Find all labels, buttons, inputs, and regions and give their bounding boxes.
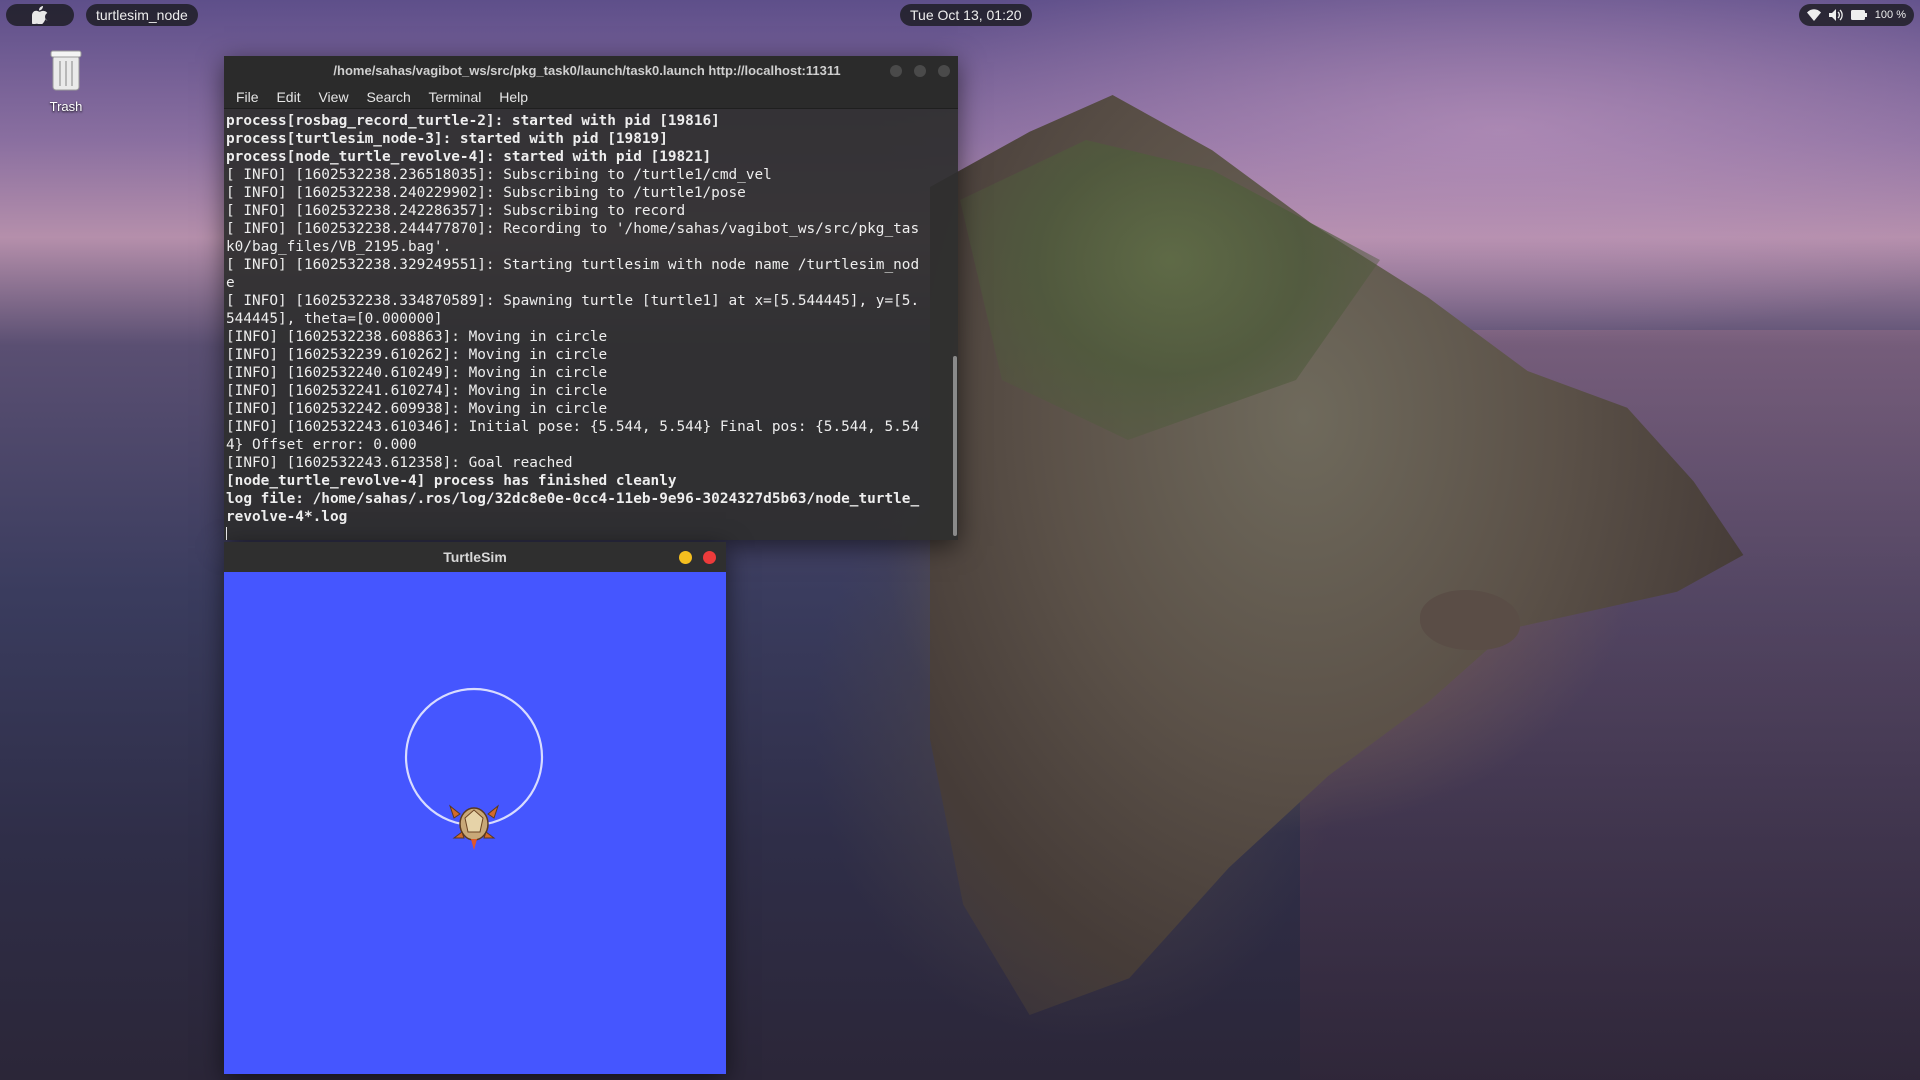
menu-terminal[interactable]: Terminal [428,89,481,105]
terminal-line: k0/bag_files/VB_2195.bag'. [226,239,452,255]
menu-help[interactable]: Help [499,89,528,105]
turtlesim-title: TurtleSim [443,549,507,565]
apple-icon [31,6,48,25]
battery-icon [1850,10,1867,20]
terminal-line: [INFO] [1602532239.610262]: Moving in ci… [226,347,608,363]
terminal-line: [INFO] [1602532242.609938]: Moving in ci… [226,401,608,417]
clock[interactable]: Tue Oct 13, 01:20 [900,4,1032,26]
turtlesim-canvas [224,572,726,1074]
terminal-line: [ INFO] [1602532238.242286357]: Subscrib… [226,203,686,219]
terminal-line: log file: /home/sahas/.ros/log/32dc8e0e-… [226,491,920,507]
terminal-line: e [226,275,235,291]
minimize-button[interactable] [679,551,692,564]
trash-icon [50,50,82,91]
terminal-cursor [226,526,948,540]
terminal-title: /home/sahas/vagibot_ws/src/pkg_task0/lau… [333,63,841,78]
terminal-line: [ INFO] [1602532238.244477870]: Recordin… [226,221,920,237]
maximize-button[interactable] [914,65,926,77]
terminal-line: [INFO] [1602532240.610249]: Moving in ci… [226,365,608,381]
active-app-menu[interactable]: turtlesim_node [86,4,198,26]
turtlesim-titlebar[interactable]: TurtleSim [224,542,726,572]
menu-edit[interactable]: Edit [276,89,300,105]
menu-view[interactable]: View [318,89,348,105]
turtlesim-window[interactable]: TurtleSim [224,542,726,1074]
terminal-line: [ INFO] [1602532238.240229902]: Subscrib… [226,185,746,201]
terminal-line: [ INFO] [1602532238.329249551]: Starting… [226,257,920,273]
terminal-line: revolve-4*.log [226,509,348,525]
turtlesim-drawing [404,687,544,850]
top-bar: turtlesim_node Tue Oct 13, 01:20 100 % [0,0,1920,30]
close-button[interactable] [938,65,950,77]
battery-percentage: 100 % [1874,9,1906,21]
apple-menu-button[interactable] [6,4,74,26]
minimize-button[interactable] [890,65,902,77]
terminal-line: process[rosbag_record_turtle-2]: started… [226,113,720,129]
terminal-line: [INFO] [1602532243.610346]: Initial pose… [226,419,920,435]
terminal-line: [ INFO] [1602532238.236518035]: Subscrib… [226,167,772,183]
terminal-line: [INFO] [1602532238.608863]: Moving in ci… [226,329,608,345]
terminal-line: [ INFO] [1602532238.334870589]: Spawning… [226,293,920,309]
terminal-output[interactable]: process[rosbag_record_turtle-2]: started… [224,110,950,540]
volume-icon [1828,9,1843,21]
terminal-line: process[turtlesim_node-3]: started with … [226,131,668,147]
terminal-scrollbar[interactable] [953,356,957,536]
menu-file[interactable]: File [236,89,259,105]
terminal-line: 4} Offset error: 0.000 [226,437,417,453]
terminal-window[interactable]: /home/sahas/vagibot_ws/src/pkg_task0/lau… [224,56,958,540]
close-button[interactable] [703,551,716,564]
menu-search[interactable]: Search [366,89,410,105]
terminal-titlebar[interactable]: /home/sahas/vagibot_ws/src/pkg_task0/lau… [224,56,958,86]
terminal-line: 544445], theta=[0.000000] [226,311,443,327]
terminal-line: [INFO] [1602532243.612358]: Goal reached [226,455,573,471]
system-status-menu[interactable]: 100 % [1798,4,1914,26]
terminal-menubar: File Edit View Search Terminal Help [224,86,958,109]
turtle-trail-circle [404,687,544,827]
wifi-icon [1806,9,1821,21]
terminal-line: process[node_turtle_revolve-4]: started … [226,149,712,165]
terminal-line: [node_turtle_revolve-4] process has fini… [226,473,677,489]
trash-desktop-icon[interactable]: Trash [36,48,96,114]
trash-label: Trash [49,99,83,114]
turtle-icon [448,804,500,850]
terminal-line: [INFO] [1602532241.610274]: Moving in ci… [226,383,608,399]
